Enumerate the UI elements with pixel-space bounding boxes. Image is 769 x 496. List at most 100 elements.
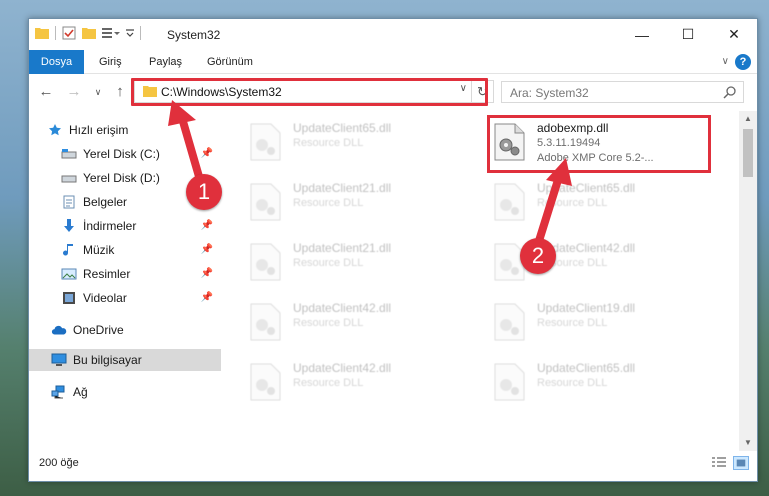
file-name: UpdateClient65.dll	[537, 361, 636, 375]
computer-icon	[51, 352, 67, 368]
sidebar-item-label: Müzik	[83, 243, 115, 257]
file-name: UpdateClient42.dll	[293, 301, 392, 315]
pin-icon[interactable]: 📌	[201, 244, 213, 255]
folder-icon[interactable]	[35, 27, 49, 39]
dll-file-icon	[494, 183, 525, 221]
ribbon-tabs: Dosya Giriş Paylaş Görünüm ∨ ?	[29, 50, 757, 74]
videos-icon	[61, 290, 77, 306]
sidebar-item-downloads[interactable]: İndirmeler 📌	[29, 215, 221, 237]
dll-file-icon	[250, 123, 281, 161]
file-highlight-box	[487, 115, 711, 173]
file-item[interactable]: UpdateClient42.dll Resource DLL	[247, 299, 467, 351]
sidebar-item-videos[interactable]: Videolar 📌	[29, 287, 221, 309]
file-item[interactable]: UpdateClient65.dll Resource DLL	[491, 179, 711, 231]
sidebar-item-quick-access[interactable]: Hızlı erişim	[29, 119, 221, 141]
recent-locations-button[interactable]: ∨	[89, 82, 107, 102]
help-button[interactable]: ?	[735, 54, 751, 70]
scroll-up-icon[interactable]: ▲	[739, 111, 757, 127]
tab-view[interactable]: Görünüm	[197, 50, 263, 74]
documents-icon	[61, 194, 77, 210]
sidebar-item-music[interactable]: Müzik 📌	[29, 239, 221, 261]
item-count: 200 öğe	[39, 457, 79, 469]
tab-home[interactable]: Giriş	[89, 50, 132, 74]
file-type: Resource DLL	[537, 317, 608, 329]
pin-icon[interactable]: 📌	[201, 220, 213, 231]
file-name: UpdateClient21.dll	[293, 181, 392, 195]
quick-access-toolbar	[35, 26, 141, 40]
customize-qat-icon[interactable]	[102, 27, 120, 39]
dll-file-icon	[494, 243, 525, 281]
file-item[interactable]: UpdateClient19.dll Resource DLL	[491, 299, 711, 351]
toolbar-divider	[140, 26, 141, 40]
close-button[interactable]: ✕	[711, 19, 757, 50]
file-name: UpdateClient21.dll	[293, 241, 392, 255]
search-box[interactable]: Ara: System32	[501, 81, 744, 103]
dll-file-icon	[250, 363, 281, 401]
large-icons-view-icon[interactable]	[733, 456, 749, 470]
file-name: UpdateClient19.dll	[537, 301, 636, 315]
drive-icon	[61, 146, 77, 162]
search-input[interactable]: Ara: System32	[510, 86, 589, 100]
sidebar-item-label: Videolar	[83, 291, 127, 305]
sidebar-item-this-pc[interactable]: Bu bilgisayar	[29, 349, 221, 371]
title-bar: System32 — ☐ ✕	[29, 19, 757, 50]
network-icon	[51, 384, 67, 400]
file-name: UpdateClient42.dll	[293, 361, 392, 375]
expand-ribbon-icon[interactable]: ∨	[722, 56, 729, 67]
file-type: Resource DLL	[537, 377, 608, 389]
file-name: UpdateClient65.dll	[537, 181, 636, 195]
forward-button[interactable]: →	[65, 82, 83, 102]
minimize-button[interactable]: —	[619, 19, 665, 50]
new-folder-icon[interactable]	[82, 27, 96, 39]
pin-icon[interactable]: 📌	[201, 148, 213, 159]
file-type: Resource DLL	[293, 257, 364, 269]
window-title: System32	[167, 28, 221, 42]
dll-file-icon	[494, 363, 525, 401]
pin-icon[interactable]: 📌	[201, 292, 213, 303]
sidebar-item-pictures[interactable]: Resimler 📌	[29, 263, 221, 285]
music-icon	[61, 242, 77, 258]
sidebar-item-label: Yerel Disk (D:)	[83, 171, 160, 185]
dll-file-icon	[494, 303, 525, 341]
explorer-window: System32 — ☐ ✕ Dosya Giriş Paylaş Görünü…	[28, 18, 758, 482]
tab-file[interactable]: Dosya	[29, 50, 84, 74]
properties-icon[interactable]	[62, 26, 76, 40]
file-item[interactable]: UpdateClient21.dll Resource DLL	[247, 239, 467, 291]
step-badge-2: 2	[520, 238, 556, 274]
dll-file-icon	[250, 303, 281, 341]
toolbar-divider	[55, 26, 56, 40]
sidebar-item-label: Resimler	[83, 267, 131, 281]
sidebar-item-disk-c[interactable]: Yerel Disk (C:) 📌	[29, 143, 221, 165]
address-highlight-box	[131, 78, 488, 106]
sidebar-item-label: İndirmeler	[83, 219, 137, 233]
details-view-icon[interactable]	[711, 456, 727, 470]
file-type: Resource DLL	[293, 197, 364, 209]
sidebar-item-network[interactable]: Ağ	[29, 381, 221, 403]
tab-share[interactable]: Paylaş	[139, 50, 192, 74]
file-type: Resource DLL	[537, 197, 608, 209]
navigation-bar: ← → ∨ ↑ C:\Windows\System32 ∨ ↻ Ara: Sys…	[29, 77, 757, 107]
file-type: Resource DLL	[293, 137, 364, 149]
dll-file-icon	[250, 243, 281, 281]
sidebar-item-label: Yerel Disk (C:)	[83, 147, 160, 161]
sidebar-item-onedrive[interactable]: OneDrive	[29, 319, 221, 341]
file-type: Resource DLL	[293, 377, 364, 389]
file-name: UpdateClient65.dll	[293, 121, 392, 135]
file-item[interactable]: UpdateClient65.dll Resource DLL	[247, 119, 467, 171]
scroll-down-icon[interactable]: ▼	[739, 435, 757, 451]
chevron-down-icon[interactable]	[126, 27, 134, 39]
file-item[interactable]: UpdateClient21.dll Resource DLL	[247, 179, 467, 231]
back-button[interactable]: ←	[37, 82, 55, 102]
onedrive-icon	[51, 322, 67, 338]
vertical-scrollbar[interactable]: ▲ ▼	[739, 111, 757, 451]
search-icon[interactable]	[723, 85, 737, 99]
file-item[interactable]: UpdateClient65.dll Resource DLL	[491, 359, 711, 411]
pin-icon[interactable]: 📌	[201, 268, 213, 279]
scroll-thumb[interactable]	[743, 129, 753, 177]
up-button[interactable]: ↑	[111, 82, 129, 102]
sidebar-item-label: Belgeler	[83, 195, 128, 209]
sidebar-item-label: Bu bilgisayar	[73, 353, 142, 367]
file-item[interactable]: UpdateClient42.dll Resource DLL	[247, 359, 467, 411]
maximize-button[interactable]: ☐	[665, 19, 711, 50]
sidebar-item-label: Hızlı erişim	[69, 123, 129, 137]
